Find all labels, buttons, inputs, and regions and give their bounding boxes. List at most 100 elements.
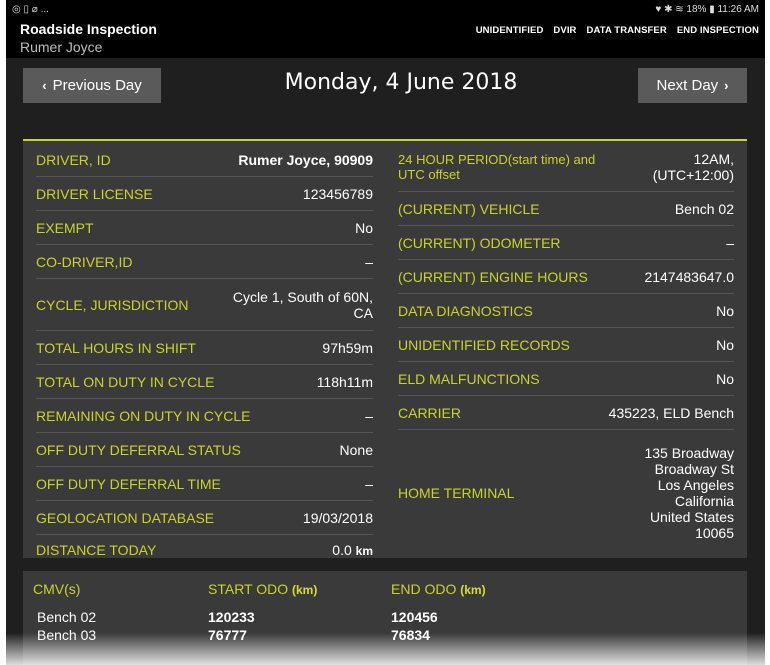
info-value: – xyxy=(365,407,373,424)
data-transfer-button[interactable]: DATA TRANSFER xyxy=(587,25,667,36)
info-row-geolocation-db: GEOLOCATION DATABASE 19/03/2018 xyxy=(36,501,373,535)
info-value: – xyxy=(726,234,734,251)
info-value: Cycle 1, South of 60N, CA xyxy=(232,288,373,321)
info-row-deferral-time: OFF DUTY DEFERRAL TIME – xyxy=(36,467,373,501)
info-label: (CURRENT) ODOMETER xyxy=(398,234,561,251)
info-label: (CURRENT) ENGINE HOURS xyxy=(398,268,588,285)
end-odo-unit: (km) xyxy=(460,583,486,597)
info-label: TOTAL ON DUTY IN CYCLE xyxy=(36,373,215,390)
info-label: CARRIER xyxy=(398,404,462,421)
start-odo-value: 120233 xyxy=(208,609,255,625)
status-indicators: ♥ ✱ ≋ 18% ▮ 11:26 AM xyxy=(655,3,759,15)
info-row-eld-malfunctions: ELD MALFUNCTIONS No xyxy=(398,362,734,396)
right-info-column: 24 HOUR PERIOD(start time) and UTC offse… xyxy=(398,143,734,555)
end-odo-label: END ODO xyxy=(391,581,457,597)
info-row-current-vehicle: (CURRENT) VEHICLE Bench 02 xyxy=(398,192,734,226)
chevron-right-icon: › xyxy=(724,78,729,93)
info-label: 24 HOUR PERIOD(start time) and UTC offse… xyxy=(398,152,596,182)
info-row-deferral-status: OFF DUTY DEFERRAL STATUS None xyxy=(36,433,373,467)
info-row-remaining-on-duty: REMAINING ON DUTY IN CYCLE – xyxy=(36,399,373,433)
info-value: 97h59m xyxy=(322,339,373,356)
day-navigation: ‹ Previous Day Monday, 4 June 2018 Next … xyxy=(6,58,765,130)
info-row-cycle-jurisdiction: CYCLE, JURISDICTION Cycle 1, South of 60… xyxy=(36,279,373,331)
info-value: No xyxy=(716,370,734,387)
cmv-name: Bench 02 xyxy=(37,609,97,625)
info-row-co-driver: CO-DRIVER,ID – xyxy=(36,245,373,279)
info-label: HOME TERMINAL xyxy=(398,484,515,501)
info-row-driver-id: DRIVER, ID Rumer Joyce, 90909 xyxy=(36,143,373,177)
info-row-total-hours-shift: TOTAL HOURS IN SHIFT 97h59m xyxy=(36,331,373,365)
previous-day-button[interactable]: ‹ Previous Day xyxy=(23,68,161,103)
info-label: DRIVER LICENSE xyxy=(36,185,153,202)
info-value: 12AM, (UTC+12:00) xyxy=(652,151,734,183)
info-label: REMAINING ON DUTY IN CYCLE xyxy=(36,407,251,424)
info-row-driver-license: DRIVER LICENSE 123456789 xyxy=(36,177,373,211)
cmv-table: CMV(s) START ODO (km) END ODO (km) Bench… xyxy=(23,571,747,665)
start-odo-value: 76777 xyxy=(208,627,247,643)
table-row: Bench 02 120233 120456 xyxy=(23,609,747,625)
info-row-data-diagnostics: DATA DIAGNOSTICS No xyxy=(398,294,734,328)
page-title: Roadside Inspection xyxy=(20,21,157,37)
info-row-total-on-duty: TOTAL ON DUTY IN CYCLE 118h11m xyxy=(36,365,373,399)
info-label: ELD MALFUNCTIONS xyxy=(398,370,540,387)
notification-icons: ◎ ▯ ⌀ ... xyxy=(12,3,49,15)
info-value: 0.0 km xyxy=(332,542,373,558)
info-value: 118h11m xyxy=(316,373,373,390)
previous-day-label: Previous Day xyxy=(52,77,142,94)
info-value: 123456789 xyxy=(302,185,373,202)
dvir-button[interactable]: DVIR xyxy=(553,25,576,36)
info-value: None xyxy=(339,441,373,458)
info-value: – xyxy=(365,475,373,492)
cmv-name: Bench 03 xyxy=(37,627,97,643)
info-label: (CURRENT) VEHICLE xyxy=(398,200,540,217)
next-day-label: Next Day xyxy=(656,77,719,94)
info-label: UNIDENTIFIED RECORDS xyxy=(398,336,570,353)
info-value: 435223, ELD Bench xyxy=(608,404,734,421)
distance-unit: km xyxy=(355,544,373,558)
info-label: DISTANCE TODAY xyxy=(36,542,157,558)
info-label: EXEMPT xyxy=(36,219,94,236)
app-bar: Roadside Inspection Rumer Joyce UNIDENTI… xyxy=(6,18,765,58)
info-label: DRIVER, ID xyxy=(36,151,111,168)
cmv-table-header: CMV(s) START ODO (km) END ODO (km) xyxy=(23,571,747,597)
info-label: OFF DUTY DEFERRAL TIME xyxy=(36,475,221,492)
unidentified-button[interactable]: UNIDENTIFIED xyxy=(476,25,544,36)
info-value: No xyxy=(716,302,734,319)
next-day-button[interactable]: Next Day › xyxy=(638,68,747,103)
start-odo-label: START ODO xyxy=(208,581,289,597)
end-odo-column-header: END ODO (km) xyxy=(391,581,486,597)
info-value: No xyxy=(355,219,373,236)
inspection-summary-panel: DRIVER, ID Rumer Joyce, 90909 DRIVER LIC… xyxy=(23,139,747,558)
info-value: No xyxy=(716,336,734,353)
app-titles: Roadside Inspection Rumer Joyce xyxy=(20,18,157,56)
start-odo-unit: (km) xyxy=(292,583,318,597)
toolbar-actions: UNIDENTIFIED DVIR DATA TRANSFER END INSP… xyxy=(476,18,759,36)
info-row-distance-today: DISTANCE TODAY 0.0 km xyxy=(36,535,373,565)
start-odo-column-header: START ODO (km) xyxy=(208,581,391,597)
info-row-24h-period: 24 HOUR PERIOD(start time) and UTC offse… xyxy=(398,143,734,192)
info-row-exempt: EXEMPT No xyxy=(36,211,373,245)
info-label: OFF DUTY DEFERRAL STATUS xyxy=(36,441,241,458)
left-info-column: DRIVER, ID Rumer Joyce, 90909 DRIVER LIC… xyxy=(36,143,373,565)
distance-value: 0.0 xyxy=(332,542,352,558)
info-label: GEOLOCATION DATABASE xyxy=(36,509,215,526)
end-inspection-button[interactable]: END INSPECTION xyxy=(677,25,759,36)
info-value: Bench 02 xyxy=(674,200,734,217)
info-value: Rumer Joyce, 90909 xyxy=(238,151,373,168)
tablet-screen: ◎ ▯ ⌀ ... ♥ ✱ ≋ 18% ▮ 11:26 AM Roadside … xyxy=(6,0,765,665)
info-row-engine-hours: (CURRENT) ENGINE HOURS 2147483647.0 xyxy=(398,260,734,294)
cmv-column-header: CMV(s) xyxy=(33,581,81,597)
info-value: – xyxy=(365,253,373,270)
end-odo-value: 76834 xyxy=(391,627,430,643)
info-label: DATA DIAGNOSTICS xyxy=(398,302,533,319)
status-bar: ◎ ▯ ⌀ ... ♥ ✱ ≋ 18% ▮ 11:26 AM xyxy=(6,0,765,18)
info-row-unidentified-records: UNIDENTIFIED RECORDS No xyxy=(398,328,734,362)
info-value: 19/03/2018 xyxy=(302,509,373,526)
end-odo-value: 120456 xyxy=(391,609,438,625)
info-row-carrier: CARRIER 435223, ELD Bench xyxy=(398,396,734,430)
info-value: 135 Broadway Broadway St Los Angeles Cal… xyxy=(644,444,734,541)
info-row-home-terminal: HOME TERMINAL 135 Broadway Broadway St L… xyxy=(398,430,734,555)
driver-name-subtitle: Rumer Joyce xyxy=(20,39,103,55)
info-label: CYCLE, JURISDICTION xyxy=(36,296,189,313)
table-row: Bench 03 76777 76834 xyxy=(23,627,747,643)
